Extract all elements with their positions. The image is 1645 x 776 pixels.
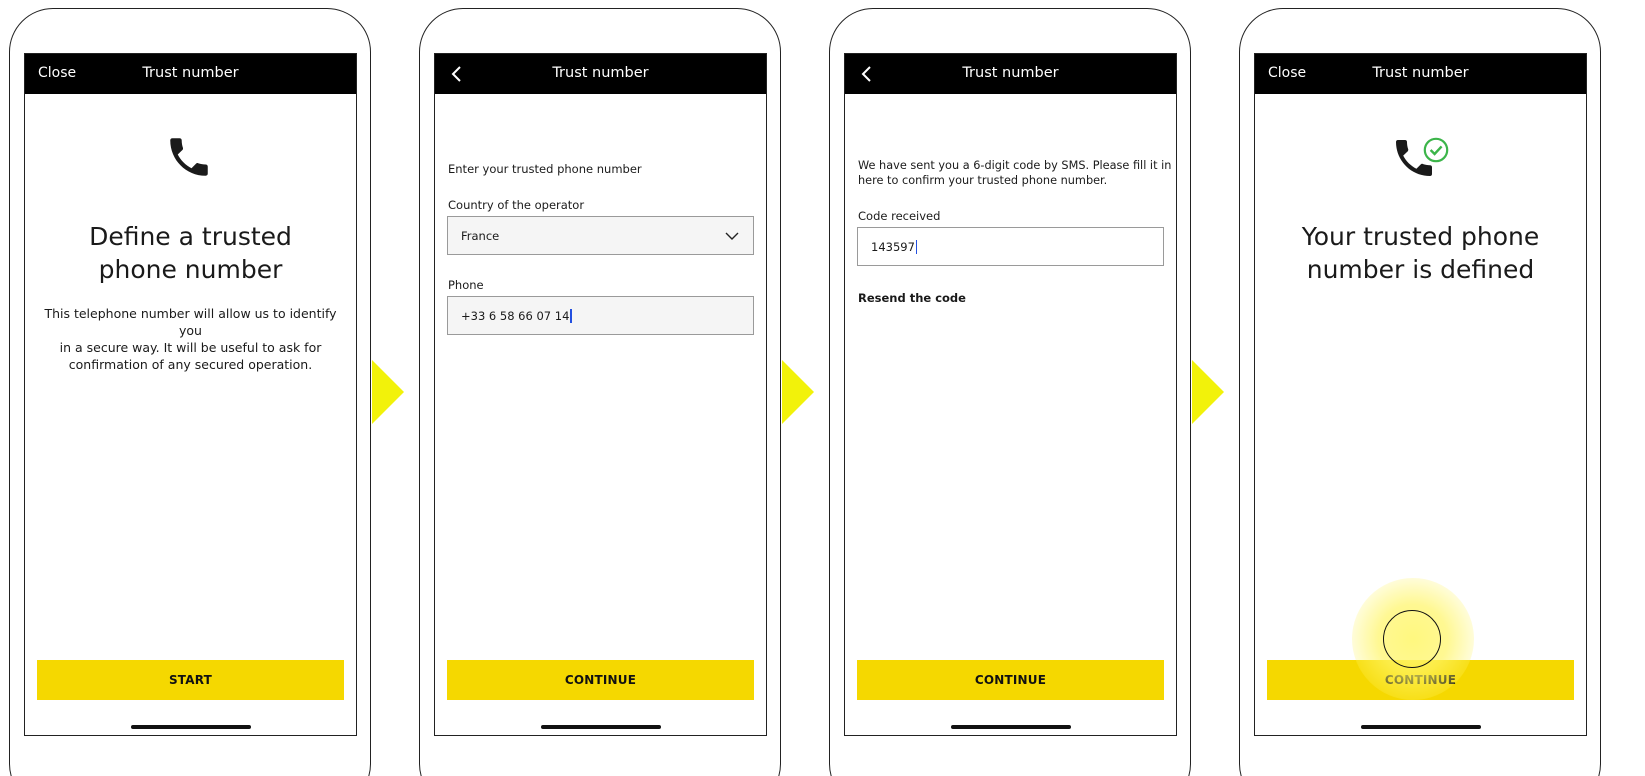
country-select[interactable]: France xyxy=(447,216,754,255)
phone-label: Phone xyxy=(448,278,484,292)
phone-frame-2: Trust number Enter your trusted phone nu… xyxy=(419,8,781,776)
screen-title: Trust number xyxy=(1372,65,1469,81)
country-value: France xyxy=(461,228,500,243)
continue-button[interactable]: CONTINUE xyxy=(1267,660,1574,700)
top-bar: Trust number xyxy=(845,54,1176,94)
resend-code-link[interactable]: Resend the code xyxy=(858,291,966,305)
home-indicator xyxy=(950,725,1071,729)
phone-check-icon xyxy=(1396,137,1449,176)
page-heading: Your trusted phone number is defined xyxy=(1301,222,1540,284)
intro-text: Enter your trusted phone number xyxy=(448,162,642,176)
step-arrow-2 xyxy=(782,360,814,424)
screen-enter-number: Trust number Enter your trusted phone nu… xyxy=(434,53,767,736)
onboarding-flow: Close Trust number Define a trusted phon… xyxy=(0,0,1645,776)
phone-input[interactable]: +33 6 58 66 07 14 xyxy=(447,296,754,335)
start-button[interactable]: START xyxy=(37,660,344,700)
country-label: Country of the operator xyxy=(448,198,585,212)
phone-frame-3: Trust number We have sent you a 6-digit … xyxy=(829,8,1191,776)
screen-enter-code: Trust number We have sent you a 6-digit … xyxy=(844,53,1177,736)
phone-icon xyxy=(170,138,208,176)
description-text: This telephone number will allow us to i… xyxy=(44,306,337,372)
intro-text: We have sent you a 6-digit code by SMS. … xyxy=(858,159,1172,187)
phone-frame-1: Close Trust number Define a trusted phon… xyxy=(9,8,371,776)
top-bar: Close Trust number xyxy=(1255,54,1586,94)
step-arrow-3 xyxy=(1192,360,1224,424)
top-bar: Close Trust number xyxy=(25,54,356,94)
text-caret xyxy=(915,239,918,254)
continue-button[interactable]: CONTINUE xyxy=(857,660,1164,700)
code-input[interactable]: 143597 xyxy=(857,227,1164,266)
screen-title: Trust number xyxy=(962,65,1059,81)
screen-title: Trust number xyxy=(552,65,649,81)
code-label: Code received xyxy=(858,209,941,223)
chevron-down-icon xyxy=(725,232,739,240)
screen-define-number: Close Trust number Define a trusted phon… xyxy=(24,53,357,736)
phone-frame-4: Close Trust number Your trusted phone nu… xyxy=(1239,8,1601,776)
home-indicator xyxy=(540,725,661,729)
screen-number-defined: Close Trust number Your trusted phone nu… xyxy=(1254,53,1587,736)
home-indicator xyxy=(130,725,251,729)
page-heading: Define a trusted phone number xyxy=(89,222,292,284)
text-caret xyxy=(570,308,572,323)
code-value: 143597 xyxy=(871,239,915,254)
continue-button[interactable]: CONTINUE xyxy=(447,660,754,700)
home-indicator xyxy=(1360,725,1481,729)
top-bar: Trust number xyxy=(435,54,766,94)
step-arrow-1 xyxy=(372,360,404,424)
phone-value: +33 6 58 66 07 14 xyxy=(461,308,570,323)
screen-title: Trust number xyxy=(142,65,239,81)
